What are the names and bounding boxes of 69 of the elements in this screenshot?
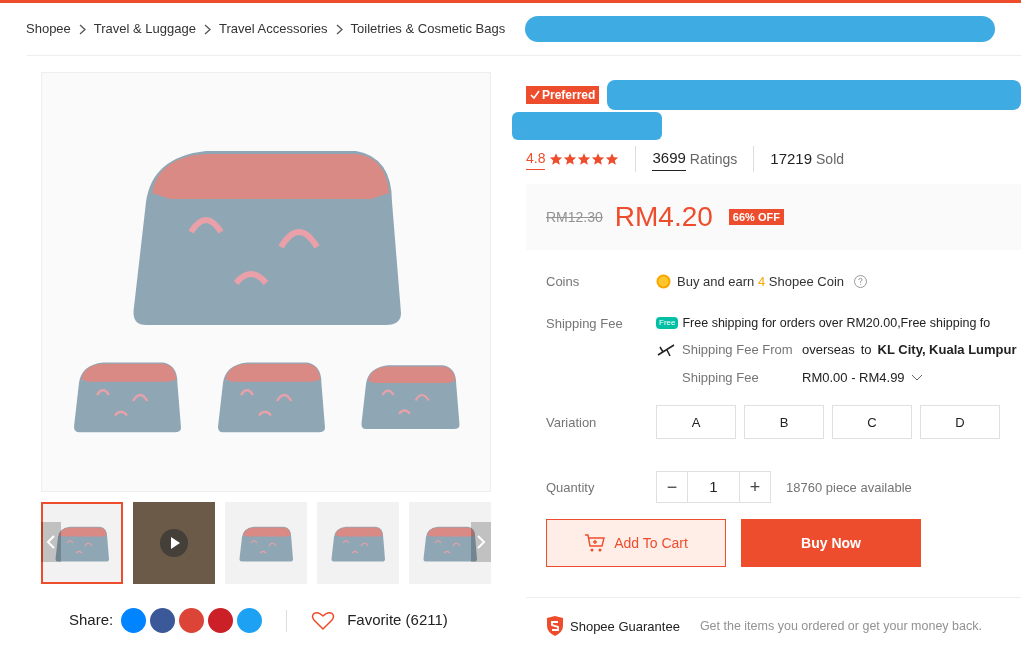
variation-option[interactable]: A	[656, 405, 736, 440]
social-share-icon[interactable]	[121, 608, 147, 633]
shipping-fee-label: Shipping Fee	[682, 368, 760, 387]
variation-option[interactable]: C	[832, 405, 912, 440]
shipping-to-label: to	[860, 341, 872, 360]
shipping-from-label: Shipping Fee From	[682, 342, 794, 358]
thumbnail[interactable]	[409, 502, 491, 584]
breadcrumb-link[interactable]: Toiletries & Cosmetic Bags	[350, 19, 506, 39]
breadcrumb-link[interactable]: Travel Accessories	[218, 19, 328, 39]
free-shipping-badge: Free	[656, 316, 679, 329]
chevron-down-icon[interactable]	[910, 373, 923, 382]
quantity-label: Quantity	[546, 478, 596, 497]
coins-text: Buy and earn 4 Shopee Coin	[677, 273, 844, 291]
breadcrumb-link[interactable]: Travel & Luggage	[93, 19, 196, 39]
chevron-right-icon	[203, 23, 211, 35]
star-icon	[577, 152, 592, 166]
free-shipping-text: Free shipping for orders over RM20.00,Free shipping fo	[682, 314, 991, 332]
share-label: Share:	[69, 610, 114, 631]
previous-arrow-button[interactable]	[41, 522, 61, 562]
chevron-right-icon	[476, 534, 486, 550]
shipping-origin: overseas	[802, 341, 855, 360]
stock-available: 18760 piece available	[786, 478, 912, 497]
heart-icon[interactable]	[311, 610, 336, 631]
sold-label: Sold	[816, 149, 845, 169]
breadcrumb-link[interactable]: Shopee	[26, 19, 71, 39]
increase-button[interactable]: +	[739, 471, 771, 504]
ratings-count[interactable]: 3699	[652, 147, 686, 171]
rating-value: 4.8	[526, 148, 546, 170]
thumbnail[interactable]	[225, 502, 307, 584]
star-icon	[563, 152, 578, 166]
sold-count: 17219	[770, 148, 813, 169]
checkmark-icon	[530, 90, 540, 100]
coins-label: Coins	[546, 273, 581, 291]
ratings-label: Ratings	[689, 149, 738, 169]
discount-badge: 66% OFF	[728, 208, 784, 226]
guarantee-title: Shopee Guarantee	[570, 617, 680, 636]
thumbnail[interactable]	[41, 502, 123, 584]
play-icon	[159, 528, 189, 558]
social-share-icon[interactable]	[237, 608, 263, 633]
shield-icon	[546, 616, 564, 637]
shipping-destination[interactable]: KL City, Kuala Lumpur	[877, 340, 1017, 360]
shipping-fee-range[interactable]: RM0.00 - RM4.99	[802, 367, 905, 388]
star-icon	[605, 152, 620, 166]
buy-now-button[interactable]: Buy Now	[741, 519, 921, 568]
original-price: RM12.30	[546, 207, 603, 227]
sale-price: RM4.20	[614, 200, 713, 234]
coin-icon	[656, 274, 671, 290]
help-icon[interactable]	[854, 275, 867, 289]
star-icon	[549, 152, 564, 166]
cart-icon	[584, 533, 607, 554]
social-share-icon[interactable]	[208, 608, 234, 633]
thumbnail[interactable]	[317, 502, 399, 584]
next-arrow-button[interactable]	[471, 522, 491, 562]
social-share-icon[interactable]	[150, 608, 176, 633]
quantity-input[interactable]: 1	[688, 471, 739, 504]
variation-label: Variation	[546, 413, 598, 432]
preferred-badge: Preferred	[526, 86, 600, 104]
thumbnail[interactable]	[133, 502, 215, 584]
shipping-label: Shipping Fee	[546, 314, 624, 333]
chevron-left-icon	[46, 534, 56, 550]
favorite-count[interactable]: Favorite (6211)	[347, 609, 448, 632]
decrease-button[interactable]: −	[656, 471, 688, 504]
star-icon	[591, 152, 606, 166]
guarantee-text: Get the items you ordered or get your money back.	[699, 617, 982, 635]
variation-option[interactable]: D	[920, 405, 1000, 440]
chevron-right-icon	[78, 23, 86, 35]
chevron-right-icon	[335, 23, 343, 35]
social-share-icon[interactable]	[179, 608, 205, 633]
variation-option[interactable]: B	[744, 405, 824, 440]
